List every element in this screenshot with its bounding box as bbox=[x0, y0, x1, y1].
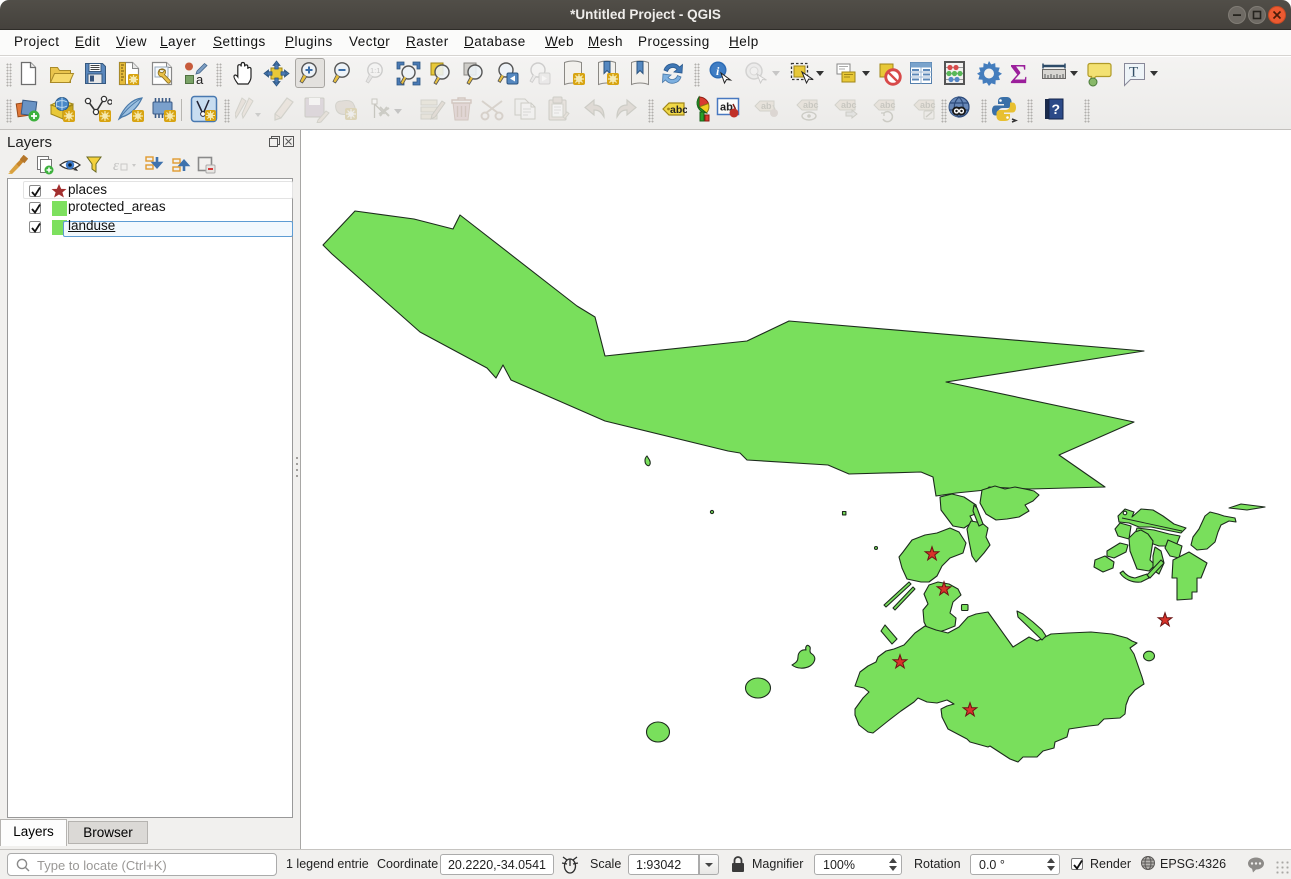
svg-text:a: a bbox=[196, 72, 204, 86]
svg-text:abc: abc bbox=[841, 100, 857, 110]
svg-text:abc: abc bbox=[670, 104, 687, 116]
svg-text:T: T bbox=[1129, 65, 1138, 81]
svg-text:abc: abc bbox=[803, 100, 819, 110]
svg-text:ε: ε bbox=[113, 158, 119, 174]
svg-text:abc: abc bbox=[920, 100, 936, 110]
svg-text:Σ: Σ bbox=[1010, 59, 1028, 88]
svg-text:?: ? bbox=[1052, 101, 1061, 117]
svg-text:abc: abc bbox=[880, 100, 896, 110]
svg-text:1:1: 1:1 bbox=[370, 66, 380, 75]
svg-text:ab: ab bbox=[761, 101, 772, 111]
